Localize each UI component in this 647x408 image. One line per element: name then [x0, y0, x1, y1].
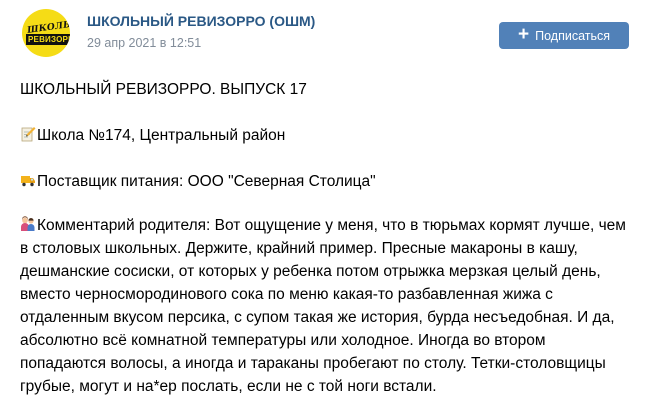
subscribe-label: Подписаться [535, 28, 610, 43]
memo-icon [21, 127, 36, 142]
group-name-link[interactable]: ШКОЛЬНЫЙ РЕВИЗОРРО (ОШМ) [87, 13, 315, 29]
post-comment: Комментарий родителя: Вот ощущение у мен… [20, 214, 630, 398]
avatar-logo-text-2: РЕВИЗОРРО [26, 34, 70, 45]
plus-icon: + [518, 24, 530, 45]
post-supplier: Поставщик питания: ООО "Северная Столица… [20, 170, 376, 193]
post-date[interactable]: 29 апр 2021 в 12:51 [87, 36, 201, 50]
avatar-logo-text: ШКОЛЬНЫЙ [26, 16, 70, 36]
subscribe-button[interactable]: + Подписаться [499, 22, 629, 49]
truck-icon [21, 176, 35, 187]
post-header: ШКОЛЬНЫЙ РЕВИЗОРРО ШКОЛЬНЫЙ РЕВИЗОРРО (О… [0, 0, 647, 70]
family-icon [21, 216, 35, 231]
post-title: ШКОЛЬНЫЙ РЕВИЗОРРО. ВЫПУСК 17 [20, 81, 307, 98]
school-text: Школа №174, Центральный район [37, 127, 286, 144]
avatar[interactable]: ШКОЛЬНЫЙ РЕВИЗОРРО [22, 9, 70, 57]
post-school: Школа №174, Центральный район [20, 124, 285, 147]
supplier-text: Поставщик питания: ООО "Северная Столица… [37, 173, 376, 190]
comment-text: Комментарий родителя: Вот ощущение у мен… [20, 217, 626, 395]
